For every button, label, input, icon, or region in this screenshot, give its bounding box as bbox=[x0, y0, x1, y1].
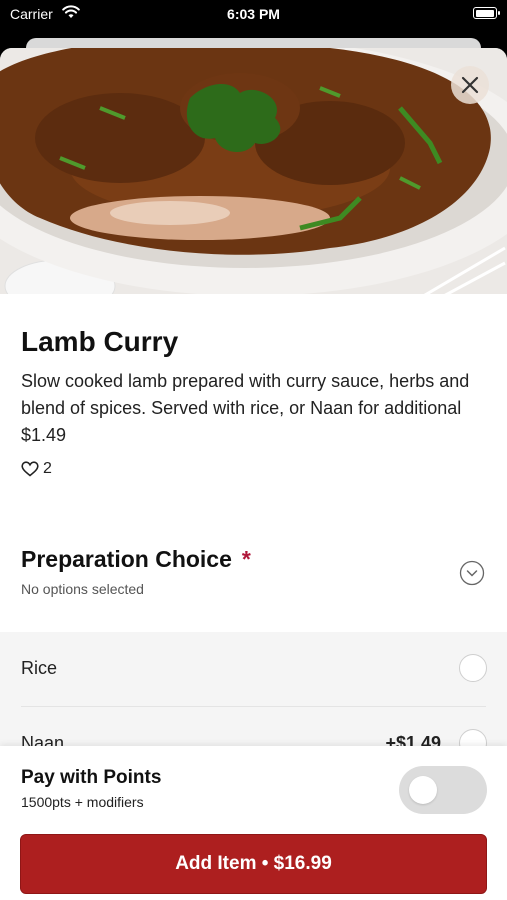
item-description: Slow cooked lamb prepared with curry sau… bbox=[21, 371, 470, 445]
add-item-button[interactable]: Add Item • $16.99 bbox=[20, 834, 487, 894]
heart-icon bbox=[21, 461, 39, 477]
required-indicator: * bbox=[241, 546, 251, 572]
option-label: Rice bbox=[21, 658, 58, 678]
likes-count: 2 bbox=[43, 460, 52, 477]
battery-icon bbox=[473, 7, 500, 19]
radio-button[interactable] bbox=[459, 654, 487, 682]
points-title: Pay with Points bbox=[21, 767, 162, 788]
item-detail-sheet: Lamb Curry Slow cooked lamb prepared wit… bbox=[0, 48, 507, 900]
close-icon bbox=[461, 76, 479, 94]
toggle-knob bbox=[409, 776, 437, 804]
preparation-title-text: Preparation Choice bbox=[21, 546, 232, 572]
points-toggle[interactable] bbox=[399, 766, 487, 814]
status-bar: Carrier 6:03 PM bbox=[0, 0, 507, 32]
points-subtitle: 1500pts + modifiers bbox=[21, 794, 144, 810]
preparation-status: No options selected bbox=[21, 581, 144, 597]
close-button[interactable] bbox=[451, 66, 489, 104]
item-photo bbox=[0, 48, 507, 294]
item-title: Lamb Curry bbox=[21, 326, 179, 357]
checkout-footer: Pay with Points 1500pts + modifiers Add … bbox=[0, 746, 507, 900]
chevron-down-icon[interactable] bbox=[459, 560, 485, 586]
option-rice[interactable]: Rice bbox=[0, 632, 507, 707]
likes[interactable]: 2 bbox=[21, 460, 52, 478]
preparation-title: Preparation Choice * bbox=[21, 546, 251, 573]
status-time: 6:03 PM bbox=[227, 6, 280, 22]
